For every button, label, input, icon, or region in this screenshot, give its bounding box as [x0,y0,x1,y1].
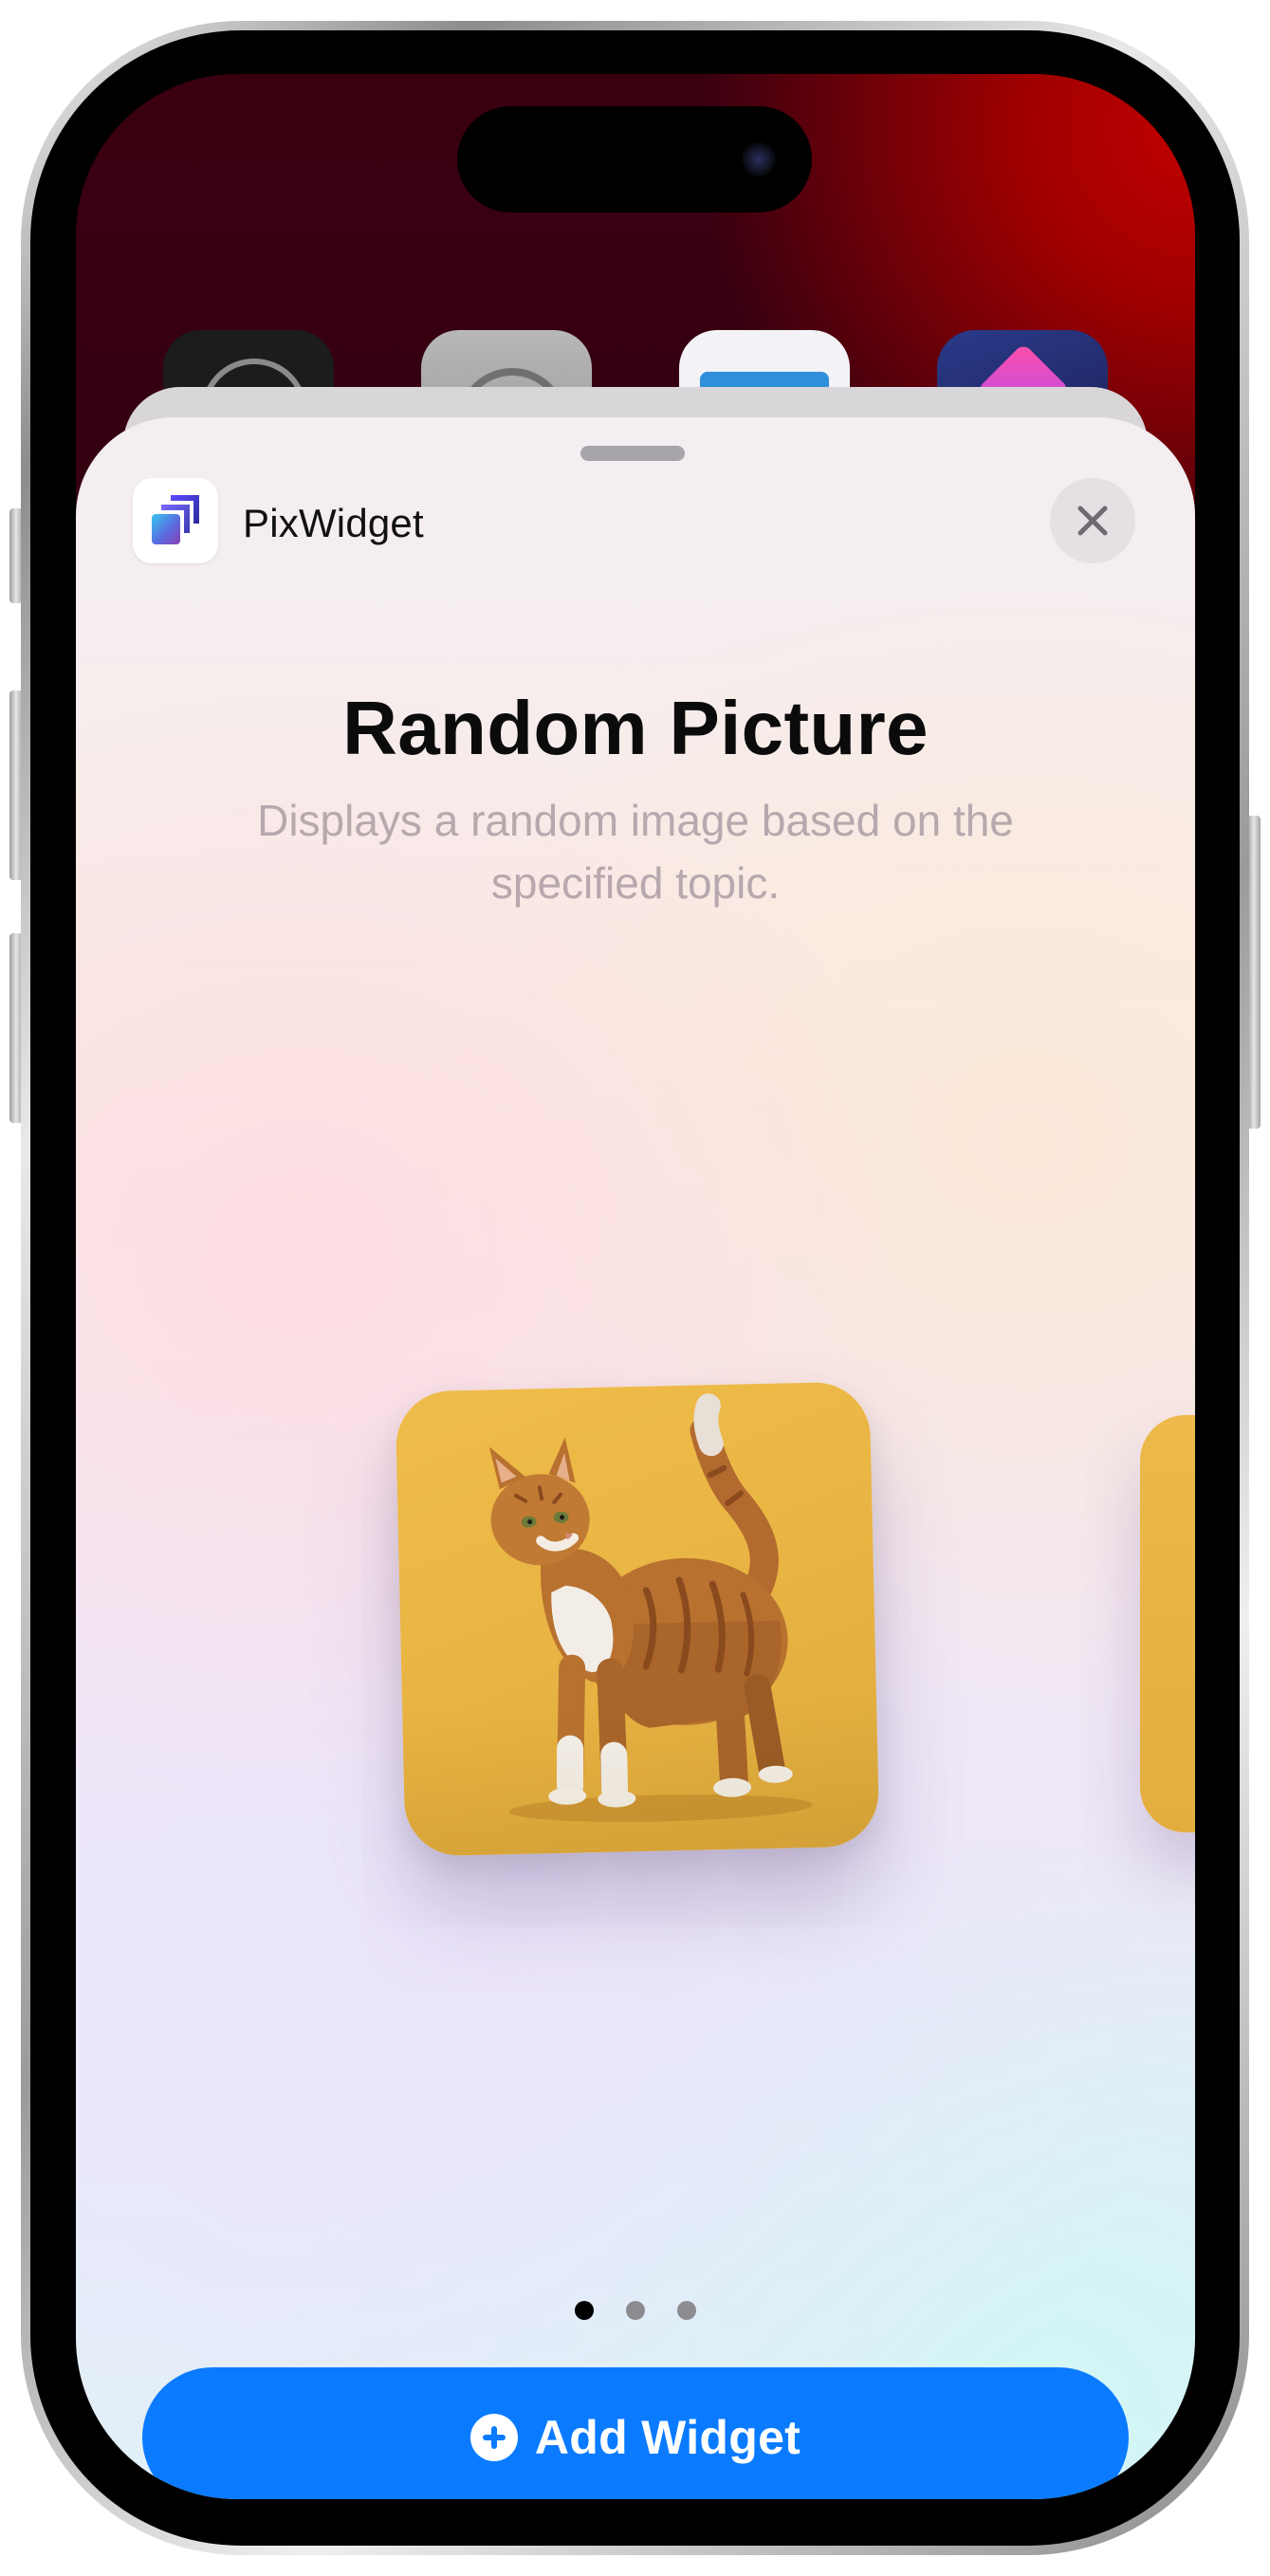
page-indicator[interactable] [76,2301,1195,2320]
front-camera-icon [742,142,776,176]
dynamic-island [457,106,812,212]
app-name-label: PixWidget [243,501,424,545]
page-dot-2[interactable] [626,2301,645,2320]
sheet-grabber[interactable] [580,446,685,461]
widget-preview-card[interactable] [395,1381,880,1857]
xmark-icon [1077,506,1108,536]
cat-photo [488,1393,813,1822]
widget-description: Displays a random image based on the spe… [257,796,1014,908]
page-dot-1[interactable] [575,2301,594,2320]
add-widget-label: Add Widget [534,2411,801,2464]
stacked-layers-icon [152,495,199,544]
add-widget-button[interactable]: Add Widget [142,2367,1129,2499]
page-dot-3[interactable] [677,2301,696,2320]
phone-screen: PixWidget Random Picture Displays a rand… [76,74,1195,2499]
plus-circle-icon [469,2414,518,2461]
widget-preview[interactable] [395,1381,880,1857]
power-button[interactable] [1247,816,1261,1129]
close-button[interactable] [1050,478,1135,563]
next-widget-preview[interactable] [1140,1415,1195,1832]
widget-title: Random Picture [342,686,929,770]
pixwidget-logo-icon [133,478,218,563]
widget-gallery-sheet: PixWidget Random Picture Displays a rand… [76,417,1195,2499]
